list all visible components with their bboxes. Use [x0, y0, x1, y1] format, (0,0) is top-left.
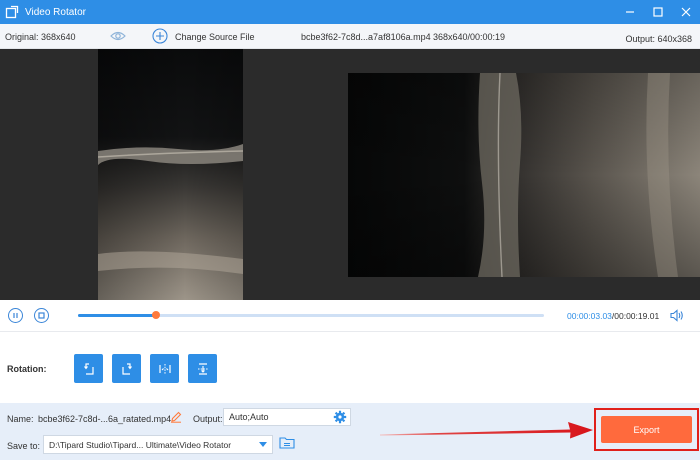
stop-icon	[38, 312, 45, 319]
change-source-button[interactable]: Change Source File	[175, 32, 255, 42]
progress-fill	[78, 314, 156, 317]
flip-horizontal-icon	[158, 363, 171, 374]
red-arrow-annotation	[380, 422, 593, 439]
app-icon	[5, 5, 19, 19]
rotate-right-icon	[121, 362, 132, 375]
gear-icon[interactable]	[333, 410, 347, 424]
minimize-icon	[626, 11, 634, 13]
source-file-name: bcbe3f62-7c8d...a7af8106a.mp4	[301, 32, 431, 42]
close-button[interactable]	[672, 0, 700, 24]
info-bar: Original: 368x640 Change Source File bcb…	[0, 24, 700, 49]
output-preview	[348, 73, 700, 277]
progress-slider[interactable]	[78, 311, 544, 319]
progress-thumb[interactable]	[152, 311, 160, 319]
pause-icon	[13, 313, 18, 318]
pause-button[interactable]	[8, 308, 23, 323]
rotate-left-button[interactable]	[74, 354, 103, 383]
output-resolution: Output: 640x368	[625, 34, 692, 44]
rotate-right-button[interactable]	[112, 354, 141, 383]
output-label: Output:	[193, 414, 223, 424]
original-preview	[98, 49, 243, 300]
stop-button[interactable]	[34, 308, 49, 323]
original-frame-image	[98, 49, 243, 300]
name-label: Name:	[7, 414, 34, 424]
playback-bar: 00:00:03.03/00:00:19.01	[0, 300, 700, 332]
rotate-left-icon	[83, 362, 94, 375]
add-circle-icon[interactable]	[152, 28, 168, 44]
window-title: Video Rotator	[25, 6, 86, 18]
save-path-dropdown[interactable]	[253, 436, 272, 453]
output-format-field[interactable]: Auto;Auto	[223, 408, 351, 426]
chevron-down-icon	[258, 442, 267, 447]
pencil-icon[interactable]	[170, 411, 182, 423]
export-button[interactable]: Export	[601, 416, 692, 443]
total-time: /00:00:19.01	[611, 311, 660, 321]
maximize-icon	[653, 7, 663, 17]
minimize-button[interactable]	[616, 0, 644, 24]
current-time: 00:00:03.03	[567, 311, 612, 321]
playback-time: 00:00:03.03/00:00:19.01	[567, 311, 659, 321]
flip-horizontal-button[interactable]	[150, 354, 179, 383]
maximize-button[interactable]	[644, 0, 672, 24]
eye-icon[interactable]	[110, 30, 126, 42]
output-file-name: bcbe3f62-7c8d-...6a_ratated.mp4	[38, 414, 172, 424]
rotation-panel: Rotation:	[0, 333, 700, 403]
source-resolution-duration: 368x640/00:00:19	[433, 32, 506, 42]
folder-icon[interactable]	[279, 436, 295, 449]
original-resolution: Original: 368x640	[5, 32, 76, 42]
flip-vertical-button[interactable]	[188, 354, 217, 383]
flip-vertical-icon	[197, 362, 208, 375]
save-to-label: Save to:	[7, 441, 41, 451]
output-frame-image	[348, 73, 700, 277]
volume-icon[interactable]	[670, 309, 684, 322]
rotation-label: Rotation:	[7, 364, 47, 374]
title-bar: Video Rotator	[0, 0, 700, 24]
video-preview-area	[0, 49, 700, 300]
close-icon	[681, 7, 691, 17]
save-path-field[interactable]: D:\Tipard Studio\Tipard... Ultimate\Vide…	[43, 435, 273, 454]
